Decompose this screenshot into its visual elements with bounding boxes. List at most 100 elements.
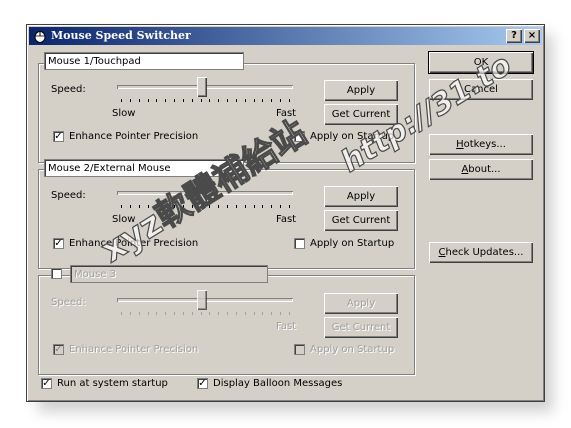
mouse2-fast-label: Fast [276, 214, 297, 225]
slider-tick [174, 99, 175, 102]
mouse1-fast-label: Fast [276, 108, 297, 119]
slider-tick [236, 312, 237, 315]
hotkeys-accelerator: H [456, 139, 464, 150]
slider-tick [271, 312, 272, 315]
slider-tick [130, 205, 131, 208]
slider-tick [227, 99, 228, 102]
check-updates-label: heck Updates... [445, 247, 524, 258]
slider-tick [156, 99, 157, 102]
slider-tick [218, 312, 219, 315]
slider-thumb[interactable] [197, 77, 207, 97]
slider-tick [209, 99, 210, 102]
run-startup-label: Run at system startup [57, 378, 168, 389]
mouse3-get-current-button[interactable]: Get Current [324, 317, 398, 338]
slider-tick [280, 99, 281, 102]
slider-tick [227, 205, 228, 208]
slider-tick [218, 205, 219, 208]
slider-tick [183, 205, 184, 208]
slider-tick [271, 205, 272, 208]
slider-tick [130, 99, 131, 102]
check-updates-accelerator: C [438, 247, 446, 258]
mouse3-startup-label: Apply on Startup [310, 344, 395, 355]
mouse2-startup-label: Apply on Startup [310, 238, 395, 249]
mouse2-startup-checkbox[interactable] [294, 238, 305, 249]
slider-tick [183, 312, 184, 315]
slider-tick [289, 99, 290, 102]
slider-tick [280, 205, 281, 208]
slider-tick [236, 99, 237, 102]
slider-tick [148, 312, 149, 315]
slider-tick [245, 312, 246, 315]
mouse3-enhance-checkbox[interactable]: ✓ [53, 344, 64, 355]
hotkeys-label: otkeys... [463, 139, 506, 150]
check-updates-button[interactable]: Check Updates... [429, 242, 533, 263]
slider-tick [289, 205, 290, 208]
slider-tick [254, 99, 255, 102]
mouse1-enhance-label: Enhance Pointer Precision [69, 131, 199, 142]
slider-tick [121, 205, 122, 208]
mouse2-apply-button[interactable]: Apply [324, 186, 398, 207]
mouse1-speed-slider[interactable] [117, 77, 293, 107]
mouse1-startup-checkbox[interactable] [294, 131, 305, 142]
mouse3-speed-slider[interactable] [117, 290, 293, 320]
mouse2-get-current-button[interactable]: Get Current [324, 210, 398, 231]
hotkeys-button[interactable]: Hotkeys... [429, 134, 533, 155]
slider-tick [262, 99, 263, 102]
mouse1-apply-button[interactable]: Apply [324, 80, 398, 101]
mouse1-get-current-button[interactable]: Get Current [324, 104, 398, 125]
close-button[interactable]: × [524, 29, 540, 43]
mouse3-apply-button[interactable]: Apply [324, 293, 398, 314]
title-bar[interactable]: Mouse Speed Switcher ? × [29, 27, 542, 45]
slider-tick [201, 312, 202, 315]
slider-tick [245, 205, 246, 208]
mouse3-name-field[interactable]: Mouse 3 [70, 265, 268, 283]
run-startup-checkbox[interactable]: ✓ [41, 378, 52, 389]
slider-tick [139, 205, 140, 208]
dialog-window: Mouse Speed Switcher ? × Mouse 1/Touchpa… [26, 24, 545, 402]
help-button[interactable]: ? [506, 29, 522, 43]
slider-tick [121, 99, 122, 102]
slider-tick [192, 99, 193, 102]
slider-thumb[interactable] [197, 290, 207, 310]
slider-tick [156, 312, 157, 315]
cancel-button[interactable]: Cancel [429, 79, 533, 100]
mouse3-fast-label: Fast [276, 321, 297, 332]
mouse2-name-field[interactable]: Mouse 2/External Mouse [44, 159, 244, 177]
slider-thumb[interactable] [197, 183, 207, 203]
slider-tick [280, 312, 281, 315]
slider-tick [156, 205, 157, 208]
slider-tick [183, 99, 184, 102]
slider-tick [227, 312, 228, 315]
mouse2-enhance-checkbox[interactable]: ✓ [53, 238, 64, 249]
about-button[interactable]: About... [429, 159, 533, 180]
slider-tick [192, 205, 193, 208]
mouse-icon [34, 31, 46, 43]
mouse2-speed-label: Speed: [51, 190, 86, 201]
slider-tick [130, 312, 131, 315]
slider-tick [262, 312, 263, 315]
slider-tick [174, 312, 175, 315]
slider-tick [201, 205, 202, 208]
balloon-label: Display Balloon Messages [213, 378, 343, 389]
slider-tick [209, 312, 210, 315]
slider-tick [201, 99, 202, 102]
slider-tick [148, 205, 149, 208]
slider-tick [165, 205, 166, 208]
slider-tick [139, 99, 140, 102]
ok-button[interactable]: OK [428, 51, 534, 74]
mouse1-enhance-checkbox[interactable]: ✓ [53, 131, 64, 142]
mouse2-speed-slider[interactable] [117, 183, 293, 213]
mouse1-slow-label: Slow [112, 108, 136, 119]
window-title: Mouse Speed Switcher [51, 29, 191, 42]
slider-tick [245, 99, 246, 102]
mouse3-startup-checkbox[interactable] [294, 344, 305, 355]
slider-tick [121, 312, 122, 315]
mouse3-enable-checkbox[interactable] [51, 268, 62, 279]
about-label: bout... [468, 164, 501, 175]
slider-tick [289, 312, 290, 315]
slider-tick [271, 99, 272, 102]
balloon-checkbox[interactable]: ✓ [197, 378, 208, 389]
mouse1-startup-label: Apply on Startup [310, 131, 395, 142]
mouse1-name-field[interactable]: Mouse 1/Touchpad [44, 52, 244, 70]
slider-tick [165, 99, 166, 102]
